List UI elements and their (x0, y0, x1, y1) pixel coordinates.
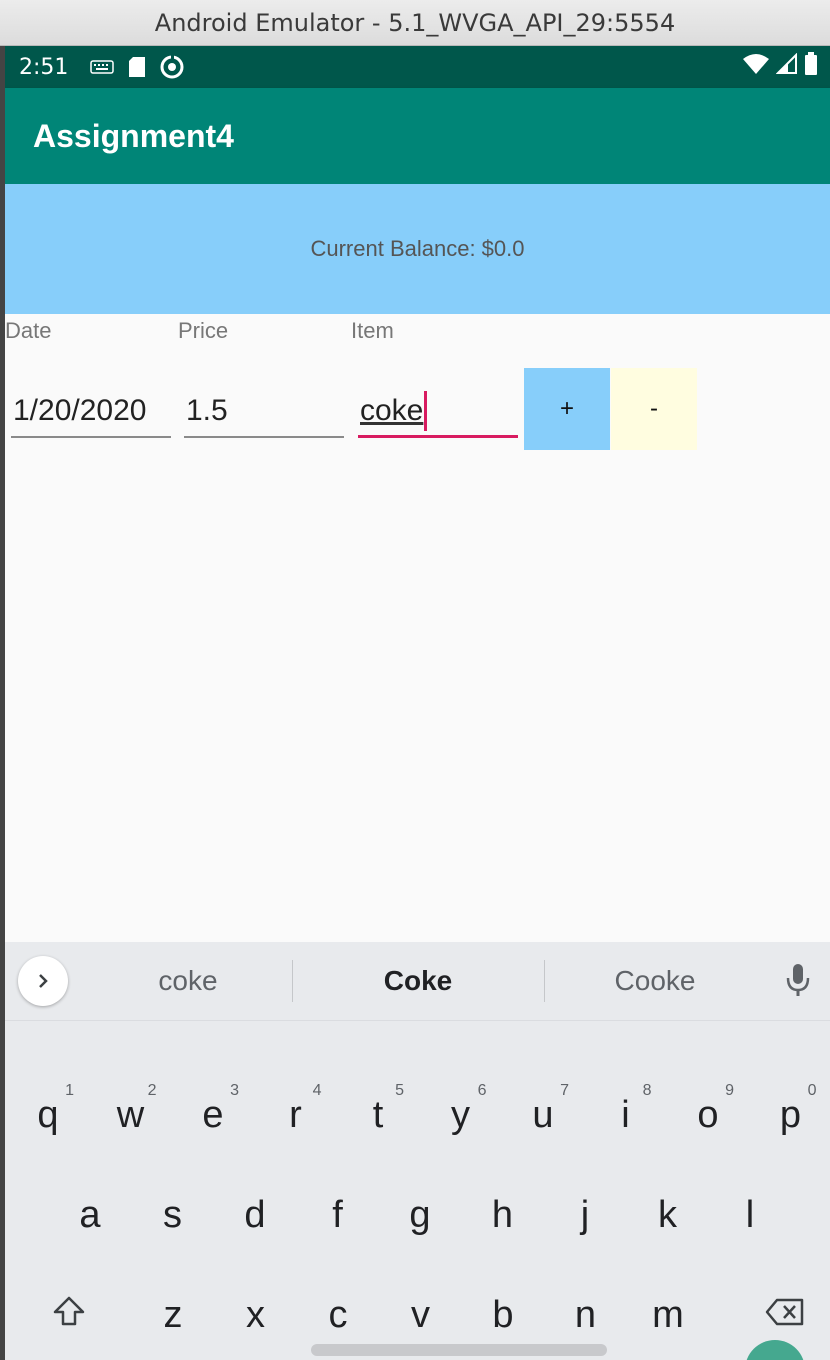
price-value: 1.5 (186, 394, 228, 427)
sd-card-icon (128, 56, 146, 78)
key-hint: 2 (147, 1082, 157, 1099)
item-field[interactable]: coke (358, 386, 518, 438)
app-bar: Assignment4 (5, 88, 830, 184)
key-e[interactable]: e3 (173, 1070, 253, 1160)
date-value: 1/20/2020 (13, 394, 147, 427)
key-l[interactable]: l (710, 1170, 790, 1260)
key-label: r (289, 1093, 302, 1136)
key-hint: 0 (807, 1082, 817, 1099)
key-label: u (532, 1093, 554, 1136)
key-hint: 1 (65, 1082, 74, 1099)
key-s[interactable]: s (133, 1170, 213, 1260)
price-field[interactable]: 1.5 (184, 386, 344, 438)
sync-icon (160, 55, 184, 79)
suggestion-bar: coke Coke Cooke (5, 942, 830, 1021)
key-label: e (202, 1093, 224, 1136)
key-label: q (37, 1093, 59, 1136)
key-label: z (163, 1293, 183, 1336)
shift-icon (52, 1294, 86, 1337)
status-bar: 2:51 (5, 46, 830, 88)
subtract-button-label: - (650, 395, 658, 422)
key-hint: 3 (230, 1082, 239, 1099)
add-button-label: + (559, 395, 574, 422)
suggestion-1[interactable]: coke (85, 942, 291, 1020)
signal-icon (775, 52, 798, 81)
key-label: c (328, 1293, 348, 1336)
key-hint: 6 (477, 1082, 487, 1099)
wifi-icon (742, 53, 770, 81)
key-label: i (621, 1093, 630, 1136)
key-hint: 5 (395, 1082, 404, 1099)
key-h[interactable]: h (463, 1170, 543, 1260)
key-label: h (491, 1193, 514, 1236)
key-j[interactable]: j (545, 1170, 625, 1260)
balance-text: Current Balance: $0.0 (310, 236, 525, 261)
key-i[interactable]: i8 (586, 1070, 666, 1160)
key-t[interactable]: t5 (338, 1070, 418, 1160)
key-o[interactable]: o9 (668, 1070, 748, 1160)
key-p[interactable]: p0 (751, 1070, 830, 1160)
key-a[interactable]: a (50, 1170, 130, 1260)
window-title-bar[interactable]: Android Emulator - 5.1_WVGA_API_29:5554 (0, 0, 830, 46)
key-label: a (79, 1193, 101, 1236)
key-label: s (163, 1193, 182, 1236)
device-screen: 2:51 Assignment4 Current Balance: $0.0 D… (5, 46, 830, 1360)
balance-banner: Current Balance: $0.0 (5, 184, 830, 314)
key-r[interactable]: r4 (256, 1070, 336, 1160)
suggestion-3[interactable]: Cooke (545, 942, 765, 1020)
key-label: p (779, 1093, 802, 1136)
key-hint: 7 (560, 1082, 569, 1099)
mic-icon[interactable] (785, 962, 811, 1002)
suggestion-2[interactable]: Coke (293, 942, 543, 1020)
key-label: v (411, 1293, 430, 1336)
key-m[interactable]: m (628, 1270, 708, 1360)
keyboard-icon (90, 60, 115, 74)
key-w[interactable]: w2 (91, 1070, 171, 1160)
key-k[interactable]: k (628, 1170, 708, 1260)
key-label: f (332, 1193, 343, 1236)
key-d[interactable]: d (215, 1170, 295, 1260)
subtract-button[interactable]: - (611, 368, 697, 450)
key-label: j (580, 1193, 590, 1236)
key-label: n (574, 1293, 597, 1336)
key-u[interactable]: u7 (503, 1070, 583, 1160)
add-button[interactable]: + (524, 368, 610, 450)
status-time: 2:51 (19, 54, 69, 80)
backspace-icon (765, 1294, 805, 1337)
key-g[interactable]: g (380, 1170, 460, 1260)
key-label: o (697, 1093, 719, 1136)
key-z[interactable]: z (133, 1270, 213, 1360)
key-label: g (409, 1193, 431, 1236)
key-label: y (451, 1093, 470, 1136)
home-handle[interactable] (311, 1344, 607, 1356)
key-x[interactable]: x (216, 1270, 296, 1360)
key-label: w (116, 1093, 145, 1136)
price-label: Price (178, 318, 229, 343)
key-label: d (244, 1193, 266, 1236)
window-title: Android Emulator - 5.1_WVGA_API_29:5554 (154, 8, 676, 37)
key-q[interactable]: q1 (8, 1070, 88, 1160)
date-label: Date (5, 318, 52, 343)
item-label: Item (351, 318, 394, 343)
key-label: m (652, 1293, 684, 1336)
key-y[interactable]: y6 (421, 1070, 501, 1160)
text-cursor (424, 390, 428, 431)
battery-icon (804, 52, 818, 82)
key-label: l (745, 1193, 755, 1236)
emulator-window: Android Emulator - 5.1_WVGA_API_29:5554 … (0, 0, 830, 1360)
key-label: t (372, 1093, 384, 1136)
key-label: b (492, 1293, 514, 1336)
chevron-right-icon[interactable] (18, 956, 68, 1006)
key-label: k (658, 1193, 677, 1236)
key-label: x (246, 1293, 265, 1336)
item-value: coke (360, 393, 424, 427)
key-hint: 8 (642, 1082, 652, 1099)
app-title: Assignment4 (33, 117, 234, 154)
key-hint: 4 (312, 1082, 322, 1099)
key-f[interactable]: f (298, 1170, 378, 1260)
date-field[interactable]: 1/20/2020 (11, 386, 171, 438)
key-hint: 9 (725, 1082, 734, 1099)
shift-key[interactable] (29, 1270, 109, 1360)
soft-keyboard: coke Coke Cooke q1w2e3r4t5y6u7i8o9p0asdf… (5, 942, 830, 1360)
